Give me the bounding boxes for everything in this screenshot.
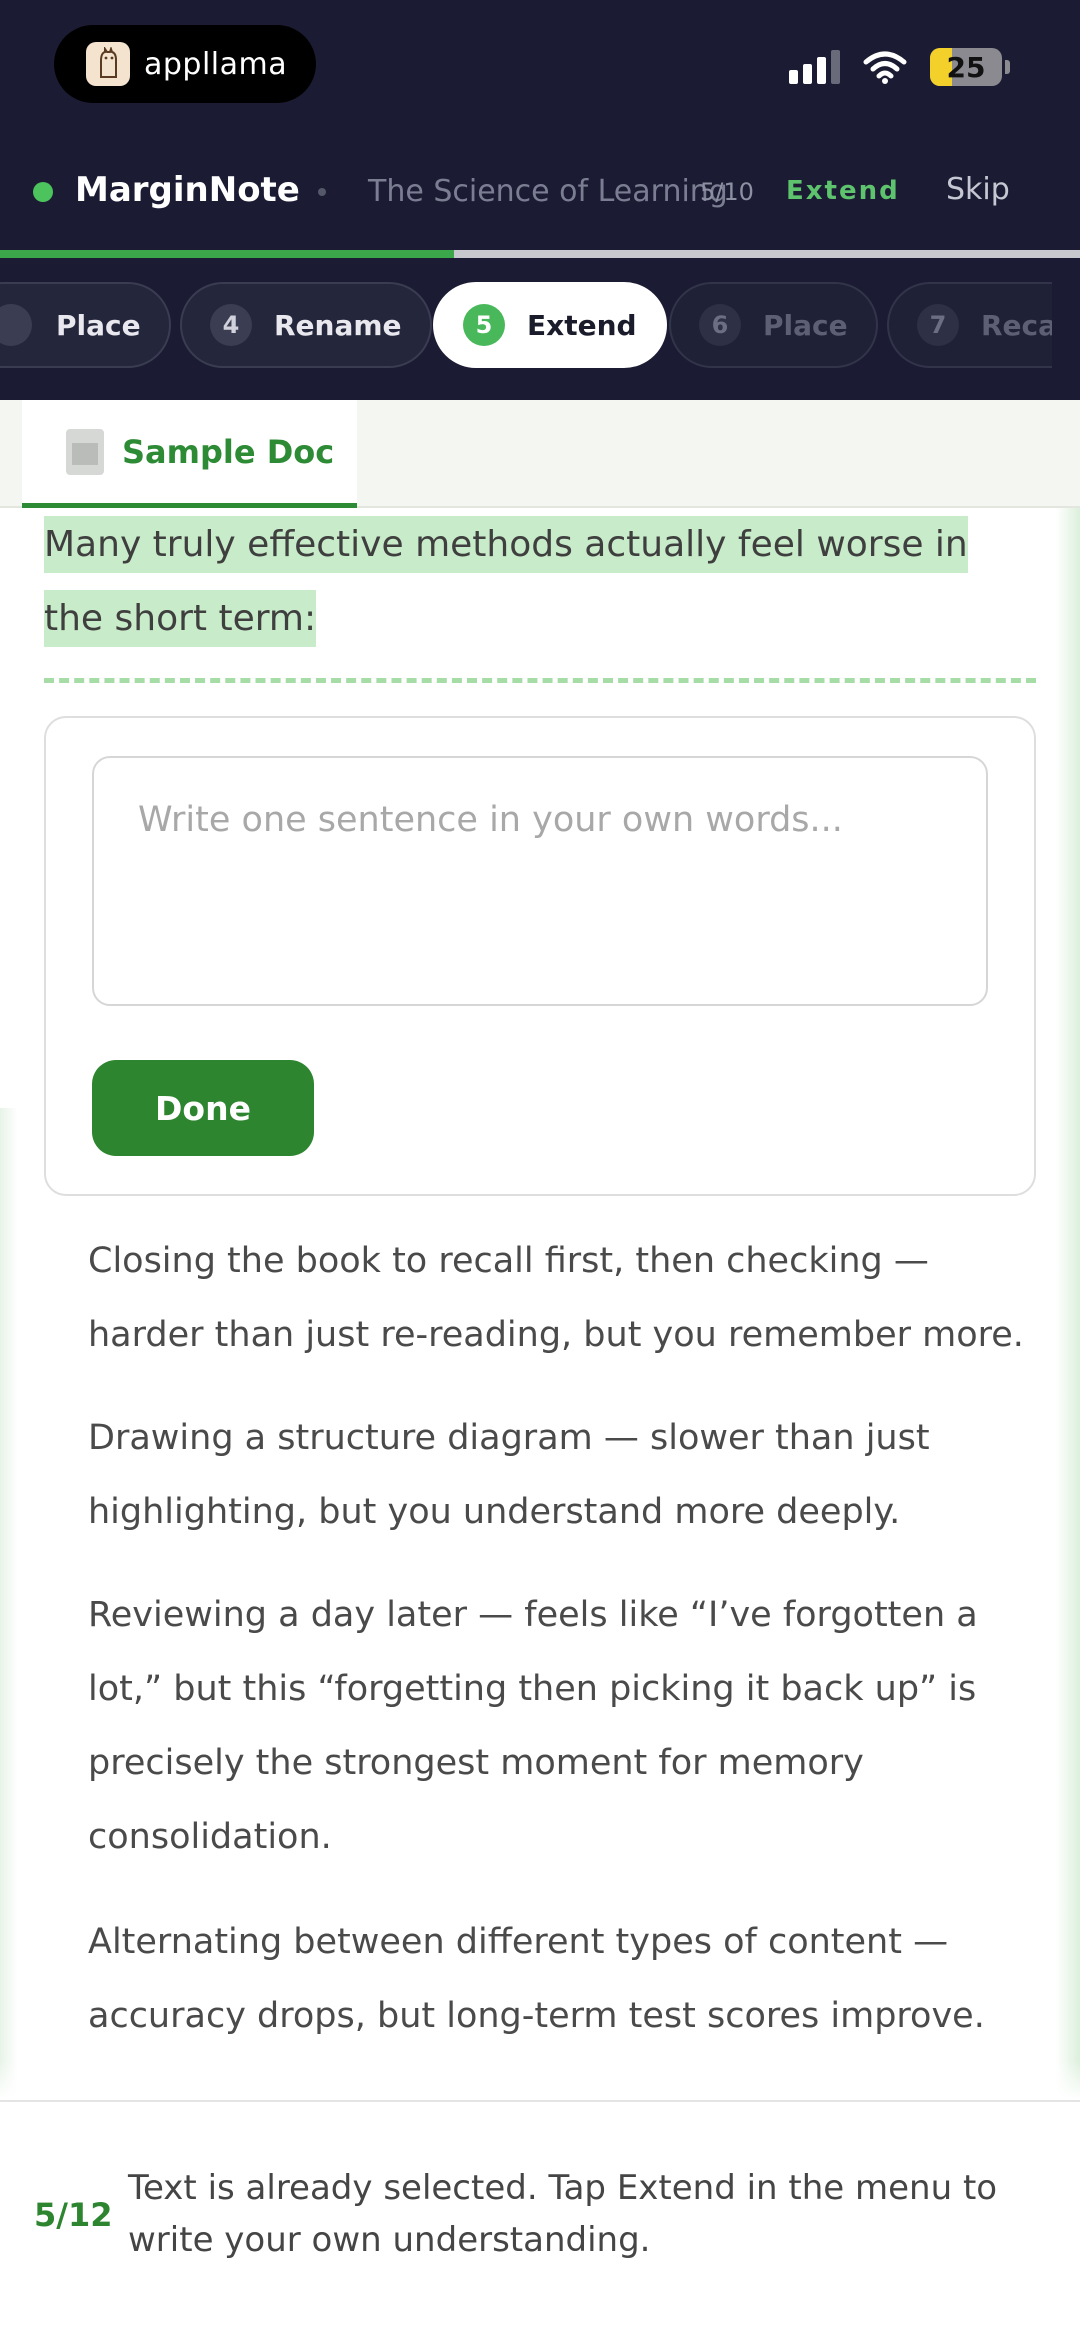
selected-text[interactable]: Many truly effective methods actually fe… <box>44 508 1004 656</box>
document-title: Sample Doc <box>122 432 335 471</box>
step-label: Place <box>763 308 848 342</box>
step-tab-place-done[interactable]: Place <box>0 282 171 368</box>
progress-bar-fill <box>0 250 454 258</box>
step-number: 4 <box>210 304 252 346</box>
step-tab-extend[interactable]: 5 Extend <box>433 282 667 368</box>
brand-title: MarginNote <box>75 170 300 210</box>
step-tab-rename[interactable]: 4 Rename <box>180 282 432 368</box>
hint-text: Text is already selected. Tap Extend in … <box>128 2168 998 2260</box>
step-tabs: Place 4 Rename 5 Extend 6 Place 7 Recal <box>0 280 1052 368</box>
paragraph: Drawing a structure diagram — slower tha… <box>88 1418 930 1532</box>
document-tab-bar: Sample Doc <box>0 400 1080 508</box>
battery-level: 25 <box>946 50 986 84</box>
current-step-label: Extend <box>786 176 900 206</box>
live-status-dot <box>33 182 53 202</box>
step-number: 6 <box>699 304 741 346</box>
highlighted-text: Many truly effective methods actually fe… <box>44 516 968 647</box>
progress-bar <box>0 250 1080 258</box>
lesson-progress: 5/10 <box>700 178 754 206</box>
document-icon <box>66 428 104 475</box>
step-label: Place <box>56 308 141 342</box>
battery-icon: 25 <box>930 48 1002 86</box>
paragraph: Reviewing a day later — feels like “I’ve… <box>88 1595 978 1857</box>
step-number: 5 <box>463 304 505 346</box>
own-words-input[interactable] <box>92 756 988 1006</box>
llama-icon <box>86 42 130 86</box>
nav-row: MarginNote The Science of Learning 5/10 … <box>0 160 1080 224</box>
step-label: Recal <box>981 308 1052 342</box>
status-icons: 25 <box>789 48 1010 86</box>
signal-icon <box>789 50 840 84</box>
left-edge-shadow <box>0 1108 18 2100</box>
step-tab-place[interactable]: 6 Place <box>669 282 878 368</box>
done-button[interactable]: Done <box>92 1060 314 1156</box>
document-content: Many truly effective methods actually fe… <box>0 508 1080 2100</box>
step-number: 7 <box>917 304 959 346</box>
hint-panel: 5/12 Text is already selected. Tap Exten… <box>0 2100 1080 2336</box>
app-header: appllama 25 MarginNote The Science of Le… <box>0 0 1080 400</box>
paragraph: Closing the book to recall first, then c… <box>88 1241 1024 1355</box>
battery-cap <box>1005 60 1010 74</box>
step-tab-recall[interactable]: 7 Recal <box>887 282 1052 368</box>
scroll-edge-shadow <box>1056 508 1080 2100</box>
skip-button[interactable]: Skip <box>946 172 1010 207</box>
app-pill[interactable]: appllama <box>54 25 316 103</box>
step-label: Rename <box>274 308 402 342</box>
extension-divider <box>44 678 1036 683</box>
course-title: The Science of Learning <box>368 174 728 209</box>
wifi-icon <box>863 51 907 84</box>
separator-dot <box>318 188 326 196</box>
step-number <box>0 304 32 346</box>
app-pill-label: appllama <box>144 46 288 82</box>
paragraph: Alternating between different types of c… <box>88 1922 985 2036</box>
hint-counter: 5/12 <box>34 2196 113 2234</box>
document-tab[interactable]: Sample Doc <box>22 400 357 508</box>
content-fade <box>0 2060 1080 2100</box>
step-label: Extend <box>527 308 637 342</box>
extend-card: Done <box>44 716 1036 1196</box>
